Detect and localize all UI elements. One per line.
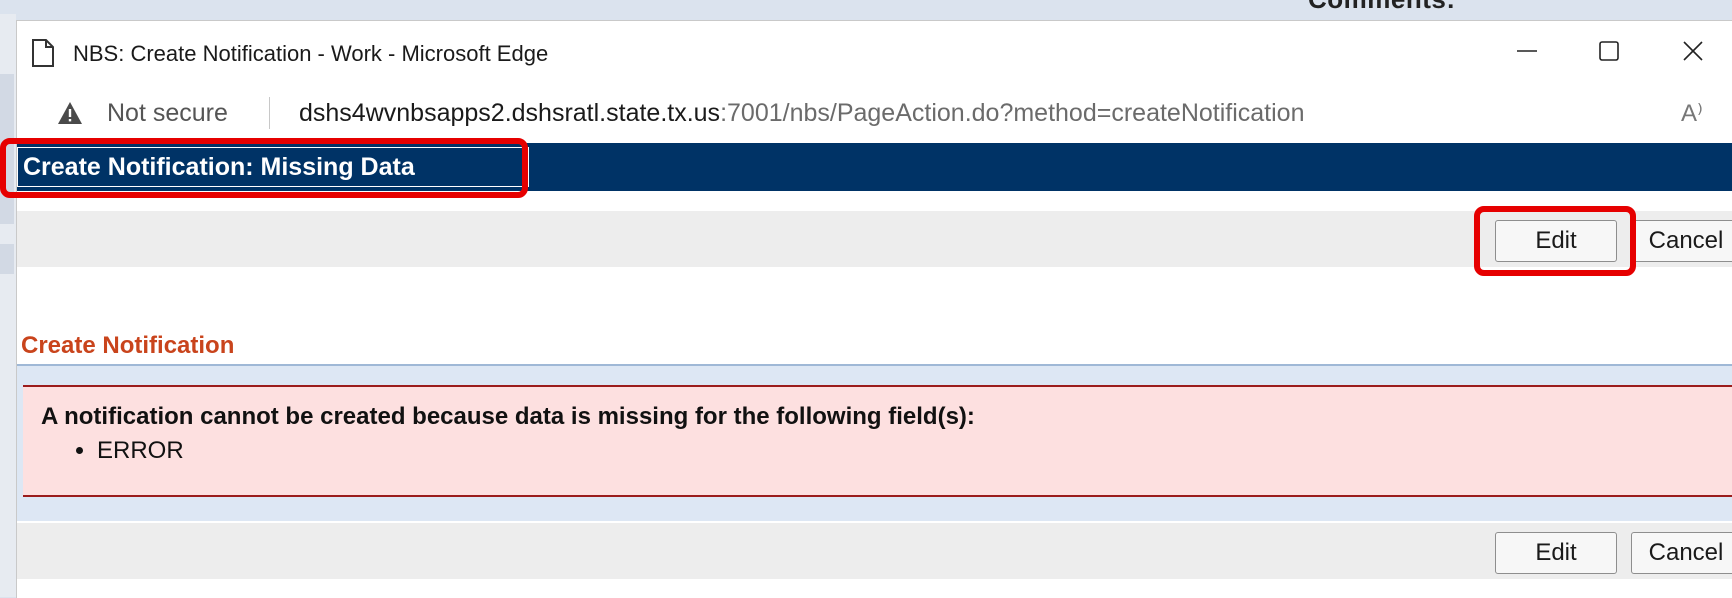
url-text[interactable]: dshs4wvnbsapps2.dshsratl.state.tx.us:700… [299,99,1305,128]
address-separator [269,97,270,129]
section-title: Create Notification [21,332,235,359]
window-titlebar: NBS: Create Notification - Work - Micros… [17,21,1732,85]
missing-fields-list: ERROR [75,437,184,465]
cancel-button-bottom[interactable]: Cancel [1631,532,1732,574]
close-button[interactable] [1653,21,1732,81]
not-secure-label[interactable]: Not secure [107,99,228,128]
window-title: NBS: Create Notification - Work - Micros… [73,41,549,66]
url-host: dshs4wvnbsapps2.dshsratl.state.tx.us [299,99,721,127]
page-title: Create Notification: Missing Data [23,153,415,181]
background-comments-label: Comments: [1308,0,1456,15]
close-icon [1683,41,1703,61]
missing-field-item: ERROR [97,437,184,465]
background-rail-segment [0,244,14,274]
minimize-button[interactable] [1487,21,1567,81]
error-message-box: A notification cannot be created because… [23,385,1732,497]
edit-button-bottom[interactable]: Edit [1495,532,1617,574]
minimize-icon [1517,50,1537,52]
top-button-bar: Edit Cancel [17,211,1732,267]
maximize-button[interactable] [1569,21,1649,81]
background-page-strip: Comments: [0,0,1732,14]
page-icon [32,39,54,67]
bottom-button-bar: Edit Cancel [17,523,1732,579]
error-heading: A notification cannot be created because… [41,403,975,430]
page-header-bar: Create Notification: Missing Data [17,143,1732,191]
warning-icon [58,102,82,124]
edit-button[interactable]: Edit [1495,220,1617,262]
url-path: :7001/nbs/PageAction.do?method=createNot… [720,99,1305,127]
address-bar[interactable]: Not secure dshs4wvnbsapps2.dshsratl.stat… [17,85,1732,144]
background-left-rail [0,14,16,597]
background-rail-segment [0,74,14,224]
cancel-button[interactable]: Cancel [1631,220,1732,262]
read-aloud-icon[interactable]: A⁾ [1681,99,1703,128]
maximize-icon [1599,41,1619,61]
browser-popup-window: NBS: Create Notification - Work - Micros… [16,20,1732,598]
